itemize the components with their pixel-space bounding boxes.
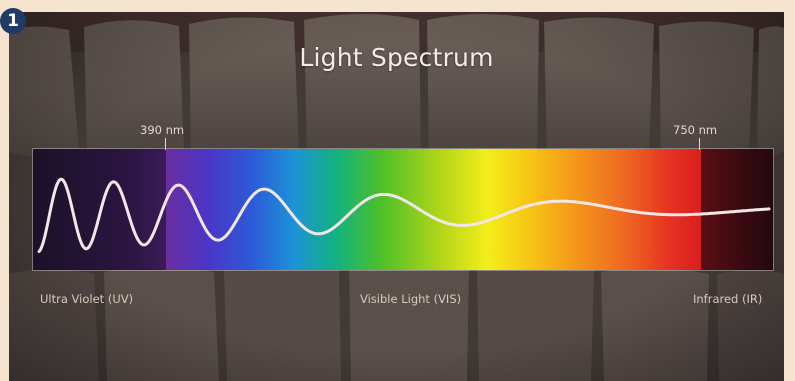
wavelength-label-750: 750 nm xyxy=(673,123,718,137)
diagram-title: Light Spectrum xyxy=(299,43,494,72)
visible-region-label: Visible Light (VIS) xyxy=(360,292,462,306)
teeth-background-photo: Light Spectrum 390 nm 750 nm Ultra Viole… xyxy=(9,12,784,381)
wavelength-tick-750 xyxy=(699,138,700,150)
spectrum-bar xyxy=(32,148,774,271)
wavelength-label-390: 390 nm xyxy=(140,123,185,137)
wavelength-wave-line xyxy=(37,177,771,253)
sine-wave-path xyxy=(37,177,771,253)
figure-frame: 1 Light Spectrum 390 nm 750 nm Ultra Vio… xyxy=(0,0,795,381)
wavelength-tick-390 xyxy=(165,138,166,150)
ir-region-label: Infrared (IR) xyxy=(693,292,763,306)
figure-number-badge: 1 xyxy=(0,8,26,34)
uv-region-label: Ultra Violet (UV) xyxy=(40,292,134,306)
